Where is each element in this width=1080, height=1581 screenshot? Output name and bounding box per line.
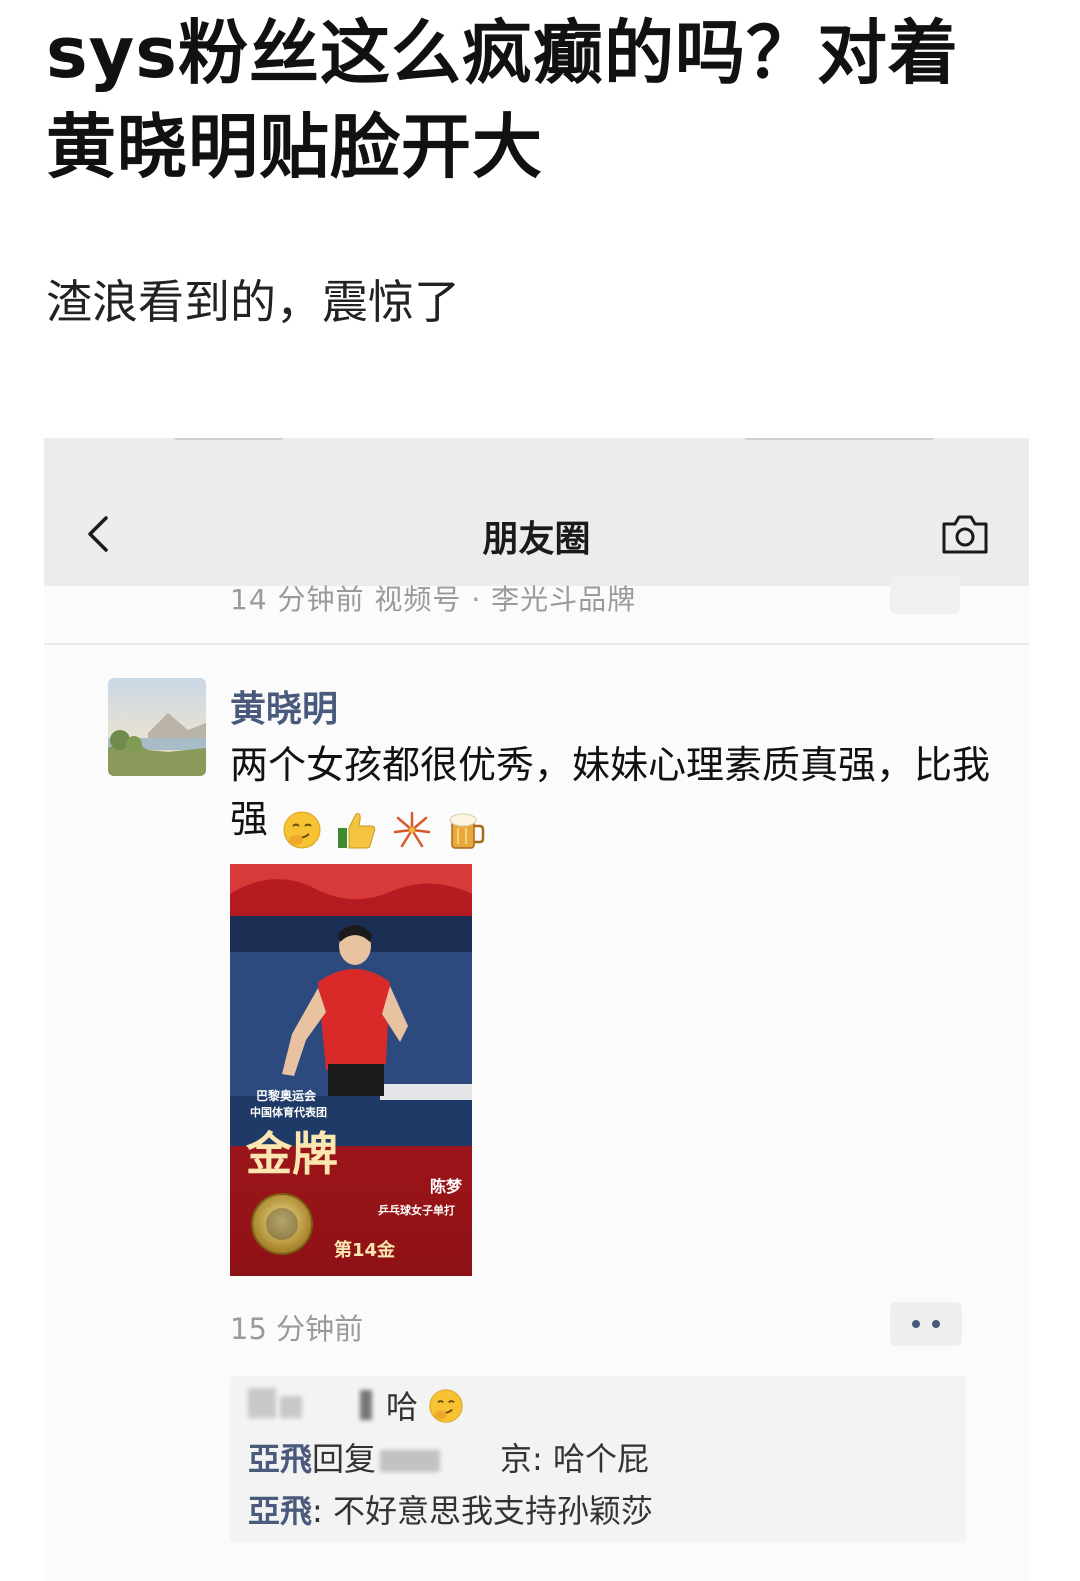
comment-item[interactable]: 亞飛回复 京: 哈个屁 xyxy=(248,1434,649,1480)
divider xyxy=(44,643,1029,645)
previous-post-more-button[interactable] xyxy=(890,576,960,614)
post-time: 15 分钟前 xyxy=(230,1312,364,1346)
gold-medal-poster: 巴黎奥运会 中国体育代表团 金牌 陈梦 乒乓球女子单打 第14金 xyxy=(230,864,472,1276)
more-options-button[interactable] xyxy=(890,1302,962,1346)
poster-line2: 中国体育代表团 xyxy=(250,1105,327,1119)
comments-box: 哈 亞飛回复 京: 哈个屁 亞飛: 不好意思我支持孙颖莎 xyxy=(230,1376,966,1542)
poster-medal: 金牌 xyxy=(245,1127,338,1181)
comment-item[interactable]: 哈 xyxy=(386,1382,464,1428)
comment-author[interactable]: 亞飛 xyxy=(248,1440,312,1478)
comment-item[interactable]: 亞飛: 不好意思我支持孙颖莎 xyxy=(248,1486,653,1532)
reply-word: 回复 xyxy=(312,1440,377,1478)
blurred-name xyxy=(280,1396,302,1418)
fireworks-emoji xyxy=(394,811,431,847)
smirk-emoji xyxy=(283,811,321,848)
status-bar xyxy=(44,438,1029,448)
moments-nav-bar: 朋友圈 xyxy=(44,438,1029,586)
comment-text: : 不好意思我支持孙颖莎 xyxy=(312,1492,653,1530)
poster-line1: 巴黎奥运会 xyxy=(256,1088,317,1103)
post-image[interactable]: 巴黎奥运会 中国体育代表团 金牌 陈梦 乒乓球女子单打 第14金 xyxy=(230,864,472,1276)
blurred-name xyxy=(360,1390,372,1420)
smirk-emoji xyxy=(429,1389,463,1423)
blurred-name xyxy=(380,1450,441,1472)
post-text: 两个女孩都很优秀，妹妹心理素质真强，比我强 xyxy=(230,738,990,854)
poster-athlete: 陈梦 xyxy=(430,1177,463,1196)
post-author[interactable]: 黄晓明 xyxy=(230,680,338,732)
emoji-row xyxy=(282,800,488,854)
blurred-name xyxy=(248,1388,276,1418)
camera-icon[interactable] xyxy=(940,512,990,556)
comment-author[interactable]: 亞飛 xyxy=(248,1492,312,1530)
page-title: 朋友圈 xyxy=(482,519,591,560)
poster-count: 第14金 xyxy=(334,1239,396,1261)
thumbs-up-emoji xyxy=(338,812,376,848)
wechat-screenshot: 朋友圈 14 分钟前 视频号 · 李光斗品牌 黄晓明 两个女孩都很优秀，妹妹心理… xyxy=(44,438,1029,1581)
article-subtitle: 渣浪看到的，震惊了 xyxy=(46,275,460,329)
beer-emoji xyxy=(449,813,485,849)
poster-event: 乒乓球女子单打 xyxy=(378,1203,455,1217)
page: sys粉丝这么疯癫的吗？对着黄晓明贴脸开大 渣浪看到的，震惊了 朋友圈 14 分… xyxy=(0,0,1080,1581)
comment-text: 京: 哈个屁 xyxy=(500,1440,649,1478)
comment-text: 哈 xyxy=(386,1388,419,1426)
article-title: sys粉丝这么疯癫的吗？对着黄晓明贴脸开大 xyxy=(46,12,959,188)
previous-post-meta: 14 分钟前 视频号 · 李光斗品牌 xyxy=(230,583,637,616)
avatar[interactable] xyxy=(108,678,206,776)
